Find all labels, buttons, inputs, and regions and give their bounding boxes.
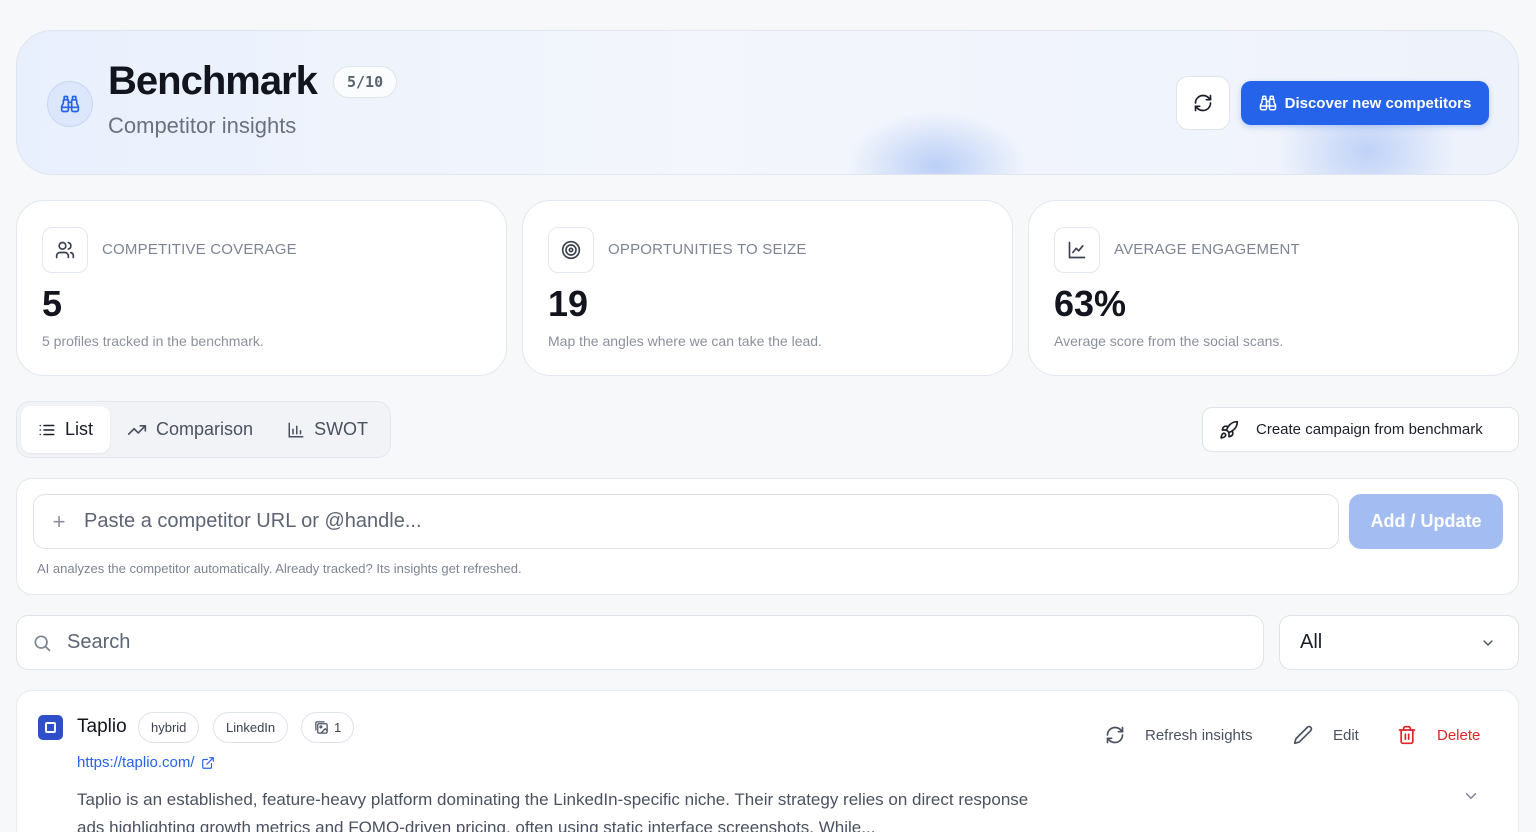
tab-comparison[interactable]: Comparison (110, 406, 270, 453)
tab-label: SWOT (314, 419, 369, 439)
competitor-description: Taplio is an established, feature-heavy … (77, 790, 1029, 832)
stat-card-opportunities: OPPORTUNITIES TO SEIZE 19 Map the angles… (522, 200, 1013, 376)
search-wrapper (16, 615, 1264, 670)
stat-label: COMPETITIVE COVERAGE (102, 241, 297, 258)
stat-value: 63% (1054, 283, 1127, 324)
add-update-button[interactable]: Add / Update (1349, 494, 1503, 549)
page-title: Benchmark (108, 59, 318, 103)
campaign-label: Create campaign from benchmark (1256, 421, 1483, 438)
refresh-button[interactable] (1176, 76, 1230, 130)
tag-pill: hybrid (138, 712, 200, 743)
benchmark-header: Benchmark 5/10 Competitor insights Disco… (16, 30, 1519, 175)
header-glow (847, 111, 1027, 174)
search-input[interactable] (67, 631, 1217, 654)
page-subtitle: Competitor insights (108, 113, 297, 138)
users-icon (42, 227, 88, 273)
trend-icon (127, 424, 147, 435)
binoculars-icon (47, 81, 93, 127)
trash-icon (1398, 725, 1416, 745)
add-competitor-panel: + Add / Update AI analyzes the competito… (16, 478, 1519, 595)
refresh-insights-button[interactable]: Refresh insights (1105, 725, 1253, 745)
delete-label: Delete (1437, 726, 1481, 744)
search-icon (17, 633, 67, 653)
tab-list[interactable]: List (21, 406, 111, 453)
stat-label: AVERAGE ENGAGEMENT (1114, 241, 1300, 258)
image-count-pill: 1 (301, 712, 355, 743)
stat-value: 5 (42, 283, 63, 324)
images-icon (315, 721, 328, 734)
binoculars-icon (1259, 95, 1276, 111)
edit-label: Edit (1333, 726, 1359, 744)
tab-swot[interactable]: SWOT (270, 406, 385, 453)
delete-button[interactable]: Delete (1397, 725, 1480, 745)
stat-value: 19 (548, 283, 589, 324)
refresh-icon (1194, 94, 1212, 112)
add-hint: AI analyzes the competitor automatically… (37, 561, 522, 576)
tag-pill: LinkedIn (213, 712, 289, 743)
stat-label: OPPORTUNITIES TO SEIZE (608, 241, 807, 258)
filter-value: All (1300, 631, 1323, 653)
stat-description: Map the angles where we can take the lea… (548, 333, 822, 349)
chevron-down-icon (1483, 639, 1493, 646)
competitor-name: Taplio (77, 716, 127, 737)
bar-chart-icon (288, 422, 304, 437)
discover-label: Discover new competitors (1284, 94, 1472, 112)
target-icon (548, 227, 594, 273)
external-link-icon (201, 756, 214, 769)
plus-icon: + (52, 508, 66, 534)
chevron-down-icon[interactable] (1462, 787, 1480, 805)
refresh-icon (1106, 726, 1124, 744)
competitor-url-link[interactable]: https://taplio.com/ (77, 754, 215, 771)
stat-card-engagement: AVERAGE ENGAGEMENT 63% Average score fro… (1028, 200, 1519, 376)
stat-card-coverage: COMPETITIVE COVERAGE 5 5 profiles tracke… (16, 200, 507, 376)
competitor-logo (38, 715, 63, 740)
tab-label: List (65, 419, 94, 439)
image-count: 1 (334, 720, 342, 735)
competitor-card[interactable]: Taplio hybrid LinkedIn 1 https://taplio.… (16, 690, 1519, 832)
url-input-wrapper: + (33, 494, 1339, 549)
discover-competitors-button[interactable]: Discover new competitors (1241, 81, 1489, 125)
edit-button[interactable]: Edit (1293, 725, 1359, 745)
competitor-url-input[interactable] (84, 510, 1284, 533)
pencil-icon (1293, 725, 1313, 745)
view-tabs: List Comparison SWOT (16, 401, 391, 458)
tab-label: Comparison (156, 419, 254, 439)
list-icon (39, 424, 55, 435)
refresh-insights-label: Refresh insights (1145, 726, 1253, 744)
stat-description: Average score from the social scans. (1054, 333, 1284, 349)
stat-description: 5 profiles tracked in the benchmark. (42, 333, 264, 349)
line-chart-icon (1054, 227, 1100, 273)
filter-select[interactable]: All (1279, 615, 1519, 670)
competitor-url: https://taplio.com/ (77, 754, 195, 771)
create-campaign-button[interactable]: Create campaign from benchmark (1202, 407, 1519, 452)
rocket-icon (1220, 420, 1239, 439)
score-badge: 5/10 (333, 66, 398, 98)
